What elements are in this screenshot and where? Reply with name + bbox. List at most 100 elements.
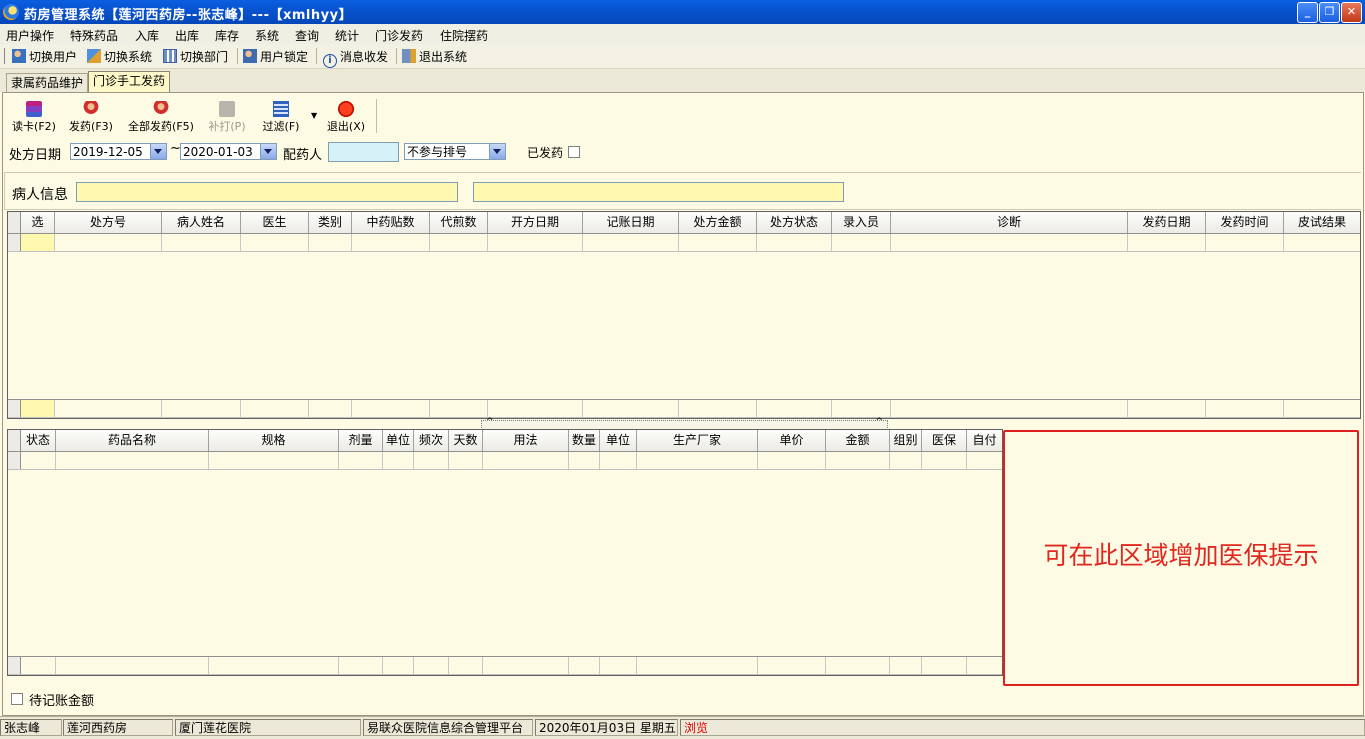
col-category[interactable]: 类别 (309, 212, 352, 233)
chevron-up-icon[interactable]: ^ (486, 417, 494, 427)
info-icon: i (323, 54, 337, 68)
exit-button[interactable]: 退出(X) (323, 101, 369, 134)
menu-stock-in[interactable]: 入库 (135, 27, 159, 44)
col-quantity-unit[interactable]: 单位 (600, 430, 637, 451)
exit-system-label: 退出系统 (419, 50, 468, 64)
menu-outpatient-dispense[interactable]: 门诊发药 (375, 27, 423, 44)
messages-button[interactable]: i 消息收发 (323, 48, 388, 68)
dropdown-arrow-icon[interactable] (489, 144, 505, 159)
insurance-hint-box: 可在此区域增加医保提示 (1003, 430, 1359, 686)
toolbar: 切换用户 切换系统 切换部门 用户锁定 i 消息收发 退出系统 (0, 44, 1365, 69)
col-doctor[interactable]: 医生 (241, 212, 309, 233)
read-card-button[interactable]: 读卡(F2) (9, 101, 59, 134)
col-select[interactable]: 选 (21, 212, 55, 233)
tab-strip: 隶属药品维护 门诊手工发药 (0, 69, 1365, 92)
col-amount[interactable]: 金额 (826, 430, 890, 451)
status-bar: 张志峰 莲河西药房 厦门莲花医院 易联众医院信息综合管理平台 2020年01月0… (0, 716, 1365, 739)
menu-stock-out[interactable]: 出库 (175, 27, 199, 44)
patient-info-field-2[interactable] (473, 182, 844, 202)
status-pharmacy: 莲河西药房 (63, 719, 173, 736)
dispense-icon (83, 101, 99, 117)
dropdown-arrow-icon[interactable] (260, 144, 276, 159)
minimize-button[interactable]: _ (1297, 2, 1318, 23)
col-decoction-count[interactable]: 代煎数 (430, 212, 488, 233)
menu-system[interactable]: 系统 (255, 27, 279, 44)
tab-manual-dispense[interactable]: 门诊手工发药 (88, 71, 171, 92)
exit-system-button[interactable]: 退出系统 (402, 48, 467, 65)
menu-special-drugs[interactable]: 特殊药品 (70, 27, 118, 44)
col-self-pay[interactable]: 自付 (967, 430, 1002, 451)
lock-user-button[interactable]: 用户锁定 (243, 48, 308, 65)
table-row[interactable] (8, 234, 1360, 252)
action-separator (376, 99, 377, 133)
select-cell[interactable] (21, 234, 55, 251)
col-prescription-no[interactable]: 处方号 (55, 212, 162, 233)
switch-dept-button[interactable]: 切换部门 (163, 48, 228, 65)
menu-inpatient-dispense[interactable]: 住院摆药 (440, 27, 488, 44)
switch-system-button[interactable]: 切换系统 (87, 48, 152, 65)
pending-amount-checkbox[interactable] (11, 693, 23, 705)
exit-label: 退出(X) (326, 120, 366, 133)
date-to-picker[interactable]: 2020-01-03 (180, 143, 277, 160)
row-header-corner (8, 212, 21, 233)
menu-query[interactable]: 查询 (295, 27, 319, 44)
power-icon (338, 101, 354, 117)
switch-user-button[interactable]: 切换用户 (12, 48, 77, 65)
tab-drug-maintenance[interactable]: 隶属药品维护 (6, 73, 89, 92)
col-days[interactable]: 天数 (449, 430, 483, 451)
status-hospital: 厦门莲花医院 (175, 719, 361, 736)
maximize-button[interactable]: ❐ (1319, 2, 1340, 23)
dropdown-arrow-icon[interactable] (150, 144, 166, 159)
switch-system-label: 切换系统 (104, 50, 153, 64)
col-skin-test[interactable]: 皮试结果 (1284, 212, 1360, 233)
col-insurance[interactable]: 医保 (922, 430, 967, 451)
date-from-picker[interactable]: 2019-12-05 (70, 143, 167, 160)
col-drug-name[interactable]: 药品名称 (56, 430, 209, 451)
dispense-all-button[interactable]: 全部发药(F5) (124, 101, 198, 134)
patient-info-field-1[interactable] (76, 182, 458, 202)
col-entered-by[interactable]: 录入员 (832, 212, 891, 233)
col-usage[interactable]: 用法 (483, 430, 569, 451)
col-dispense-time[interactable]: 发药时间 (1206, 212, 1284, 233)
pending-amount-label: 待记账金额 (29, 694, 95, 709)
col-group[interactable]: 组别 (890, 430, 922, 451)
row-header (8, 400, 21, 417)
col-unit-price[interactable]: 单价 (758, 430, 826, 451)
close-button[interactable]: ✕ (1341, 2, 1362, 23)
reprint-button[interactable]: 补打(P) (203, 101, 251, 134)
insurance-hint-text: 可在此区域增加医保提示 (1043, 541, 1319, 570)
col-herbal-doses[interactable]: 中药贴数 (352, 212, 430, 233)
pharmacist-input[interactable] (328, 142, 399, 162)
col-prescription-status[interactable]: 处方状态 (757, 212, 832, 233)
queue-select[interactable]: 不参与排号 (404, 143, 506, 160)
col-quantity[interactable]: 数量 (569, 430, 600, 451)
col-patient-name[interactable]: 病人姓名 (162, 212, 241, 233)
date-to-value: 2020-01-03 (183, 145, 253, 159)
status-user: 张志峰 (0, 719, 62, 736)
filter-dropdown-arrow-icon[interactable]: ▼ (311, 111, 317, 120)
filter-icon (273, 101, 289, 117)
col-dosage[interactable]: 剂量 (339, 430, 383, 451)
col-manufacturer[interactable]: 生产厂家 (637, 430, 758, 451)
toolbar-separator (316, 48, 317, 64)
col-dispense-date[interactable]: 发药日期 (1128, 212, 1206, 233)
table-row[interactable] (8, 452, 1002, 470)
dispense-button[interactable]: 发药(F3) (66, 101, 116, 134)
col-billing-date[interactable]: 记账日期 (583, 212, 679, 233)
col-spec[interactable]: 规格 (209, 430, 339, 451)
col-diagnosis[interactable]: 诊断 (891, 212, 1128, 233)
filter-button[interactable]: 过滤(F) (257, 101, 305, 134)
col-prescribe-date[interactable]: 开方日期 (488, 212, 583, 233)
chevron-up-icon[interactable]: ^ (875, 417, 883, 427)
col-frequency[interactable]: 频次 (414, 430, 449, 451)
col-prescription-amount[interactable]: 处方金额 (679, 212, 757, 233)
col-status[interactable]: 状态 (21, 430, 56, 451)
col-dosage-unit[interactable]: 单位 (383, 430, 414, 451)
dispensed-checkbox[interactable] (568, 146, 580, 158)
menu-inventory[interactable]: 库存 (215, 27, 239, 44)
window-title: 药房管理系统【莲河西药房--张志峰】---【xmlhyy】 (24, 8, 353, 23)
menu-statistics[interactable]: 统计 (335, 27, 359, 44)
menu-user-ops[interactable]: 用户操作 (6, 27, 54, 44)
prescription-grid: 选 处方号 病人姓名 医生 类别 中药贴数 代煎数 开方日期 记账日期 处方金额… (7, 211, 1361, 419)
department-icon (163, 49, 177, 63)
